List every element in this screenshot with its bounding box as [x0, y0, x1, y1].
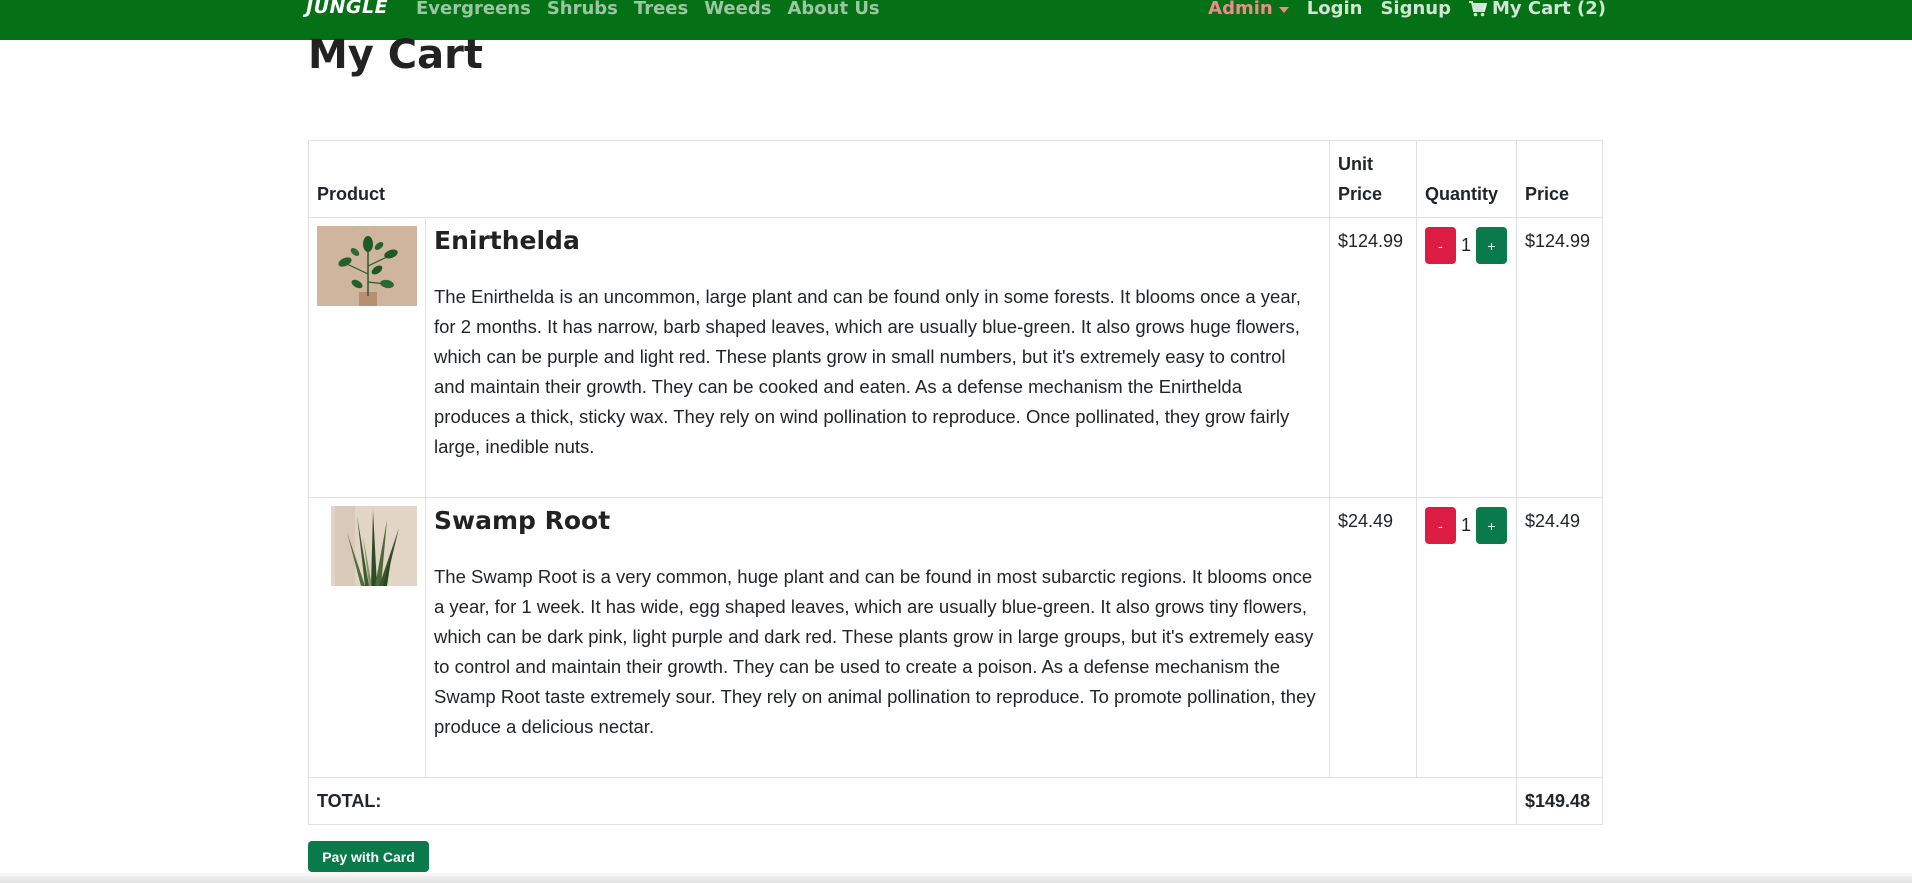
line-price-cell: $124.99	[1516, 217, 1603, 498]
nav-link-shrubs[interactable]: Shrubs	[547, 0, 618, 19]
table-row: Enirthelda The Enirthelda is an uncommon…	[308, 217, 1603, 498]
nav-link-weeds[interactable]: Weeds	[704, 0, 771, 19]
quantity-value: 1	[1461, 515, 1472, 535]
increase-quantity-button[interactable]: +	[1476, 507, 1508, 544]
my-cart-link[interactable]: My Cart (2)	[1469, 0, 1606, 19]
navbar-inner: JUNGLE Evergreens Shrubs Trees Weeds Abo…	[306, 0, 1606, 40]
signup-link[interactable]: Signup	[1380, 0, 1451, 19]
quantity-cell: - 1 +	[1416, 497, 1517, 778]
nav-link-trees[interactable]: Trees	[634, 0, 688, 19]
product-image-cell	[308, 497, 426, 778]
unit-price-cell: $24.49	[1329, 497, 1417, 778]
header-price: Price	[1516, 140, 1603, 218]
header-quantity: Quantity	[1416, 140, 1517, 218]
my-cart-label: My Cart (2)	[1492, 0, 1606, 19]
admin-label: Admin	[1208, 0, 1273, 19]
product-info-cell: Enirthelda The Enirthelda is an uncommon…	[425, 217, 1330, 498]
quantity-stepper: - 1 +	[1425, 227, 1508, 264]
total-label: TOTAL:	[308, 777, 1517, 825]
product-name: Swamp Root	[434, 506, 611, 535]
header-unit-price: Unit Price	[1329, 140, 1417, 218]
product-image-cell	[308, 217, 426, 498]
quantity-cell: - 1 +	[1416, 217, 1517, 498]
product-image[interactable]	[317, 506, 417, 586]
product-name: Enirthelda	[434, 226, 580, 255]
product-image[interactable]	[317, 226, 417, 306]
admin-dropdown[interactable]: Admin	[1208, 0, 1289, 19]
pay-with-card-button[interactable]: Pay with Card	[308, 841, 429, 872]
header-product: Product	[308, 140, 1330, 218]
quantity-value: 1	[1461, 235, 1472, 255]
nav-user-links: Admin Login Signup My Cart (2)	[1208, 0, 1606, 19]
product-description: The Swamp Root is a very common, huge pl…	[434, 566, 1316, 737]
caret-down-icon	[1278, 6, 1289, 13]
line-price-cell: $24.49	[1516, 497, 1603, 778]
top-navbar: JUNGLE Evergreens Shrubs Trees Weeds Abo…	[0, 0, 1912, 40]
cart-table-header-row: Product Unit Price Quantity Price	[308, 140, 1603, 218]
product-info-cell: Swamp Root The Swamp Root is a very comm…	[425, 497, 1330, 778]
brand-logo[interactable]: JUNGLE	[306, 0, 388, 18]
decrease-quantity-button[interactable]: -	[1425, 227, 1456, 264]
nav-link-evergreens[interactable]: Evergreens	[416, 0, 531, 19]
increase-quantity-button[interactable]: +	[1476, 227, 1508, 264]
total-row: TOTAL: $149.48	[308, 777, 1603, 825]
total-value: $149.48	[1516, 777, 1603, 825]
shopping-cart-icon	[1469, 0, 1487, 16]
product-description: The Enirthelda is an uncommon, large pla…	[434, 286, 1301, 457]
nav-link-about-us[interactable]: About Us	[787, 0, 879, 19]
nav-category-links: Evergreens Shrubs Trees Weeds About Us	[416, 0, 880, 19]
login-link[interactable]: Login	[1307, 0, 1363, 19]
cart-table: Product Unit Price Quantity Price Enirth…	[308, 140, 1603, 825]
unit-price-cell: $124.99	[1329, 217, 1417, 498]
quantity-stepper: - 1 +	[1425, 507, 1508, 544]
page-title: My Cart	[308, 32, 483, 78]
table-row: Swamp Root The Swamp Root is a very comm…	[308, 497, 1603, 778]
decrease-quantity-button[interactable]: -	[1425, 507, 1456, 544]
bottom-shadow	[0, 873, 1912, 883]
